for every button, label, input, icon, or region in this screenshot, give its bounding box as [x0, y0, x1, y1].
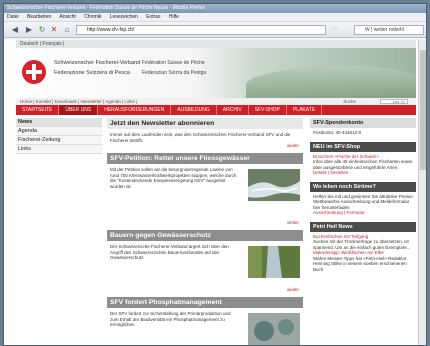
- bookmark-star-icon[interactable]: ☆: [330, 25, 340, 35]
- article-body: Immer auf dem Laufenden sein, was den Sc…: [110, 132, 291, 143]
- stop-icon[interactable]: ✕: [49, 25, 59, 35]
- box-link[interactable]: Makrelentipp: Weißfischen am Elbe: [313, 250, 384, 255]
- menu-item[interactable]: Bearbeiten: [27, 14, 51, 20]
- menu-item[interactable]: Datei: [7, 14, 19, 20]
- article: SFV-Petition: Rettet unsere Fliessgewäss…: [107, 153, 303, 225]
- more-link[interactable]: weiter: [287, 287, 303, 292]
- article: Jetzt den Newsletter abonnieren Immer au…: [107, 118, 303, 148]
- sidebar-item-news[interactable]: News: [16, 118, 102, 127]
- article-body: Mit der Petition sollen wir die besorgni…: [110, 167, 237, 189]
- back-icon[interactable]: ◀: [8, 25, 22, 35]
- info-box: Petri Heil News Buchenfischen mit Tiefga…: [310, 221, 416, 276]
- search-bar[interactable]: W | wetter rotkehl: [354, 25, 424, 35]
- info-box: SFV-Spendenkonto Postkonto: 30-444812-8: [310, 118, 416, 139]
- article-body: Der Schweizerische Fischerei-Verband ärg…: [110, 244, 229, 260]
- navigation-toolbar: ◀ ▶ ↻ ✕ ⌂ http://www.sfv-fsp.ch/ ☆ W | w…: [4, 22, 426, 38]
- search-label: Suche: [343, 99, 356, 104]
- sidebar-item-links[interactable]: Links: [16, 145, 102, 154]
- swiss-cross-logo-icon[interactable]: [22, 60, 46, 84]
- info-box: Wo leben noch Ströme? Helfen Sie mit und…: [310, 181, 416, 219]
- creek-photo: [248, 246, 300, 278]
- box-body: Helfen Sie mit und gewinnen Sie attrakti…: [313, 193, 413, 210]
- sidebar: News Agenda Fischerei-Zeitung Links: [16, 118, 102, 154]
- box-link[interactable]: Buchenfischen mit Tiefgang: [313, 234, 368, 239]
- box-link[interactable]: Broschüre «Fische der Schweiz»: [313, 154, 379, 159]
- home-icon[interactable]: ⌂: [61, 25, 73, 35]
- header-landscape-image: [246, 66, 416, 98]
- menu-item[interactable]: Chronik: [84, 14, 101, 20]
- box-body: Wahre Meister-Tipps hat «Petri-Heil»-Red…: [313, 255, 407, 272]
- article-body: Der SFV fordert zur Sicherstellung der P…: [110, 311, 231, 327]
- site-search-input[interactable]: Los >>: [380, 99, 408, 104]
- url-bar[interactable]: http://www.sfv-fsp.ch/: [76, 25, 326, 35]
- nav-archiv[interactable]: ARCHIV: [217, 105, 249, 115]
- more-link[interactable]: weiter: [107, 143, 303, 148]
- article: Bauern gegen Gewässerschutz Der Schweize…: [107, 230, 303, 292]
- main-content: Jetzt den Newsletter abonnieren Immer au…: [107, 118, 303, 345]
- box-link[interactable]: Ausschreibung | Formular: [313, 210, 364, 215]
- org-name-fr: Fédération Suisse de Pêche: [142, 60, 205, 66]
- vertical-scrollbar[interactable]: [418, 40, 426, 345]
- nav-ueber-uns[interactable]: ÜBER UNS: [59, 105, 99, 115]
- box-body: Infos über alle 45 einheimischen Fischar…: [313, 159, 413, 170]
- menu-item[interactable]: Extras: [146, 14, 160, 20]
- sidebar-item-zeitung[interactable]: Fischerei-Zeitung: [16, 136, 102, 145]
- site-header: Schweizerischer Fischerei-Verband Federa…: [16, 48, 416, 98]
- box-link[interactable]: Details | bestellen: [313, 170, 348, 175]
- breadcrumb: Home | Kontakt | Downloads | Newsletter …: [16, 98, 416, 105]
- article: SFV fordert Phosphatmanagement Der SFV f…: [107, 297, 303, 345]
- reload-icon[interactable]: ↻: [37, 25, 47, 35]
- nav-startseite[interactable]: STARTSEITE: [16, 105, 60, 115]
- menu-bar: Datei Bearbeiten Ansicht Chronik Lesezei…: [4, 13, 426, 22]
- nav-plakate[interactable]: PLAKATE: [287, 105, 323, 115]
- org-name-rm: Federaziun Svizra da Pestga: [142, 70, 207, 76]
- menu-item[interactable]: Ansicht: [59, 14, 75, 20]
- article-title[interactable]: SFV-Petition: Rettet unsere Fliessgewäss…: [107, 153, 303, 164]
- article-title[interactable]: Jetzt den Newsletter abonnieren: [107, 118, 303, 129]
- nav-herausforderungen[interactable]: HERAUSFORDERUNGEN: [98, 105, 172, 115]
- org-name-de: Schweizerischer Fischerei-Verband: [54, 60, 141, 66]
- menu-item[interactable]: Hilfe: [169, 14, 179, 20]
- box-body: Suchen mit der Tröcknerfrage zu übersetz…: [313, 239, 411, 250]
- breadcrumb-links[interactable]: Home | Kontakt | Downloads | Newsletter …: [20, 99, 137, 104]
- box-title: NEU im SFV-Shop: [310, 141, 416, 152]
- river-photo: [248, 169, 300, 201]
- menu-item[interactable]: Lesezeichen: [110, 14, 138, 20]
- info-box: NEU im SFV-Shop Broschüre «Fische der Sc…: [310, 141, 416, 179]
- box-title: Petri Heil News: [310, 221, 416, 232]
- nav-sfv-shop[interactable]: SFV-SHOP: [249, 105, 287, 115]
- nav-ausbildung[interactable]: AUSBILDUNG: [171, 105, 217, 115]
- right-column: SFV-Spendenkonto Postkonto: 30-444812-8 …: [310, 118, 416, 278]
- org-name-it: Federazione Svizzera di Pesca: [54, 70, 130, 76]
- more-link[interactable]: weiter: [287, 220, 303, 225]
- article-title[interactable]: SFV fordert Phosphatmanagement: [107, 297, 303, 308]
- forward-icon[interactable]: ▶: [23, 25, 35, 35]
- web-page: Deutsch | Français | Schweizerischer Fis…: [4, 40, 426, 345]
- main-navigation: STARTSEITE ÜBER UNS HERAUSFORDERUNGEN AU…: [16, 105, 416, 115]
- language-switcher[interactable]: Deutsch | Français |: [16, 40, 416, 48]
- treatment-plant-photo: [248, 313, 300, 345]
- box-title: SFV-Spendenkonto: [310, 118, 416, 128]
- box-body: Postkonto: 30-444812-8: [313, 130, 362, 135]
- sidebar-item-agenda[interactable]: Agenda: [16, 127, 102, 136]
- window-title: Schweizerischer Fischerei-Verband · Fédé…: [4, 4, 426, 13]
- box-title: Wo leben noch Ströme?: [310, 181, 416, 192]
- browser-window: Schweizerischer Fischerei-Verband · Fédé…: [3, 3, 427, 346]
- article-title[interactable]: Bauern gegen Gewässerschutz: [107, 230, 303, 241]
